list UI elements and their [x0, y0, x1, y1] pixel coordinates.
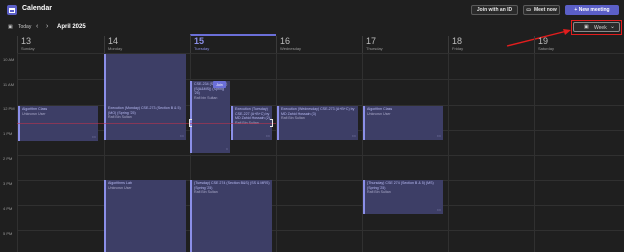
- day-name: Tuesday: [194, 46, 210, 51]
- day-number: 17: [366, 36, 377, 46]
- day-header-sunday[interactable]: 13 Sunday: [17, 36, 104, 53]
- event-monday-execution[interactable]: Execution (Monday) CSE-273 (Section B & …: [104, 54, 186, 140]
- event-tuesday-cse234[interactable]: CSE-234 (Section B) (S(A&MS)) (Spring '2…: [190, 81, 230, 153]
- event-title: Execution (Tuesday) CSE-227 (A+B+C) by M…: [235, 107, 270, 121]
- next-week-icon[interactable]: ›: [46, 23, 48, 30]
- day-number: 13: [21, 36, 32, 46]
- time-label: 10 AM: [3, 57, 15, 62]
- event-organizer: Unknown User: [108, 185, 132, 190]
- event-status-icon: ○○: [436, 134, 441, 139]
- resize-handle-left[interactable]: [189, 119, 192, 127]
- resize-handle-right[interactable]: [270, 119, 273, 127]
- day-header-thursday[interactable]: 17 Thursday: [362, 36, 448, 53]
- event-organizer: Rafi Bin Sultan: [281, 116, 305, 121]
- calendar-icon: ▣: [8, 24, 13, 30]
- grid-column-line: [276, 53, 277, 252]
- day-header-friday[interactable]: 18 Friday: [448, 36, 534, 53]
- event-status-icon: ○○: [91, 135, 96, 140]
- event-wednesday-execution[interactable]: Execution (Wednesday) CSE-273 (A+B+C) by…: [277, 106, 358, 140]
- month-dropdown-chevron-icon[interactable]: ⌄: [81, 23, 86, 30]
- video-camera-icon: ▭: [526, 7, 531, 13]
- event-spacer: [108, 55, 184, 106]
- grid-column-line: [534, 53, 535, 252]
- event-organizer: Rafi Bin Sultan: [367, 190, 391, 195]
- event-organizer: Unknown User: [22, 111, 46, 116]
- join-meeting-button[interactable]: Join: [213, 81, 226, 88]
- meet-now-label: Meet now: [533, 7, 557, 13]
- event-monday-algorithms-lab[interactable]: Algorithms Lab Unknown User: [104, 180, 186, 252]
- time-label: 3 PM: [3, 181, 13, 186]
- time-label: 11 AM: [3, 82, 15, 87]
- grid-column-line: [362, 53, 363, 252]
- day-number: 18: [452, 36, 463, 46]
- new-meeting-label: + New meeting: [574, 7, 610, 13]
- event-status-icon: ○: [225, 147, 228, 152]
- current-time-line: [17, 123, 276, 124]
- time-label: 5 PM: [3, 231, 13, 236]
- event-title: Execution (Wednesday) CSE-273 (A+B+C) by…: [281, 107, 355, 116]
- app-title: Calendar: [22, 5, 52, 12]
- day-header-monday[interactable]: 14 Monday: [104, 36, 190, 53]
- time-label: 12 PM: [3, 106, 15, 111]
- grid-column-line: [448, 53, 449, 252]
- time-label: 1 PM: [3, 131, 13, 136]
- day-header-tuesday-today[interactable]: 15 Tuesday: [190, 34, 276, 53]
- event-tuesday-cse274[interactable]: (Tuesday) CSE 274 (Section B&S) (SS & MR…: [190, 180, 272, 252]
- grid-line: [17, 155, 624, 156]
- day-name: Friday: [452, 46, 464, 51]
- event-status-icon: ○○: [179, 134, 184, 139]
- event-status-icon: ○○: [265, 134, 270, 139]
- join-with-id-label: Join with an ID: [476, 7, 513, 13]
- event-organizer: Rafi bin Sultan: [194, 95, 218, 100]
- event-status-icon: ○○: [436, 208, 441, 213]
- day-name: Monday: [108, 46, 123, 51]
- event-organizer: Unknown User: [367, 111, 391, 116]
- today-button[interactable]: Today: [18, 24, 31, 30]
- time-label: 2 PM: [3, 156, 13, 161]
- day-name: Sunday: [21, 46, 35, 51]
- time-label: 4 PM: [3, 206, 13, 211]
- new-meeting-button[interactable]: + New meeting: [565, 5, 619, 15]
- day-name: Saturday: [538, 46, 555, 51]
- event-organizer: Rafi Bin Sultan: [108, 115, 132, 120]
- event-thursday-cse274[interactable]: (Thursday) CSE 274 (Section B & 5) (MS) …: [363, 180, 443, 214]
- event-title: (Tuesday) CSE 274 (Section B&S) (SS & MR…: [194, 181, 270, 190]
- day-number: 19: [538, 36, 549, 46]
- grid-column-line: [17, 53, 18, 252]
- day-name: Thursday: [366, 46, 383, 51]
- event-organizer: Rafi Bin Sultan: [194, 190, 218, 195]
- meet-now-button[interactable]: ▭ Meet now: [523, 5, 560, 15]
- event-thursday-algorithm-class[interactable]: Algorithm Class Unknown User ○○: [363, 106, 443, 140]
- day-header-saturday[interactable]: 19 Saturday: [534, 36, 624, 53]
- join-with-id-button[interactable]: Join with an ID: [471, 5, 518, 15]
- event-status-icon: ○○: [351, 134, 356, 139]
- calendar-app-icon: [7, 5, 17, 15]
- day-number: 14: [108, 36, 119, 46]
- event-title: (Thursday) CSE 274 (Section B & 5) (MS) …: [367, 181, 434, 190]
- day-header-wednesday[interactable]: 16 Wednesday: [276, 36, 362, 53]
- annotation-highlight-box: [571, 20, 622, 35]
- event-title: Execution (Monday) CSE-273 (Section B & …: [108, 106, 181, 115]
- day-number: 16: [280, 36, 291, 46]
- day-number: 15: [194, 36, 205, 46]
- previous-week-icon[interactable]: ‹: [36, 23, 38, 30]
- day-name: Wednesday: [280, 46, 302, 51]
